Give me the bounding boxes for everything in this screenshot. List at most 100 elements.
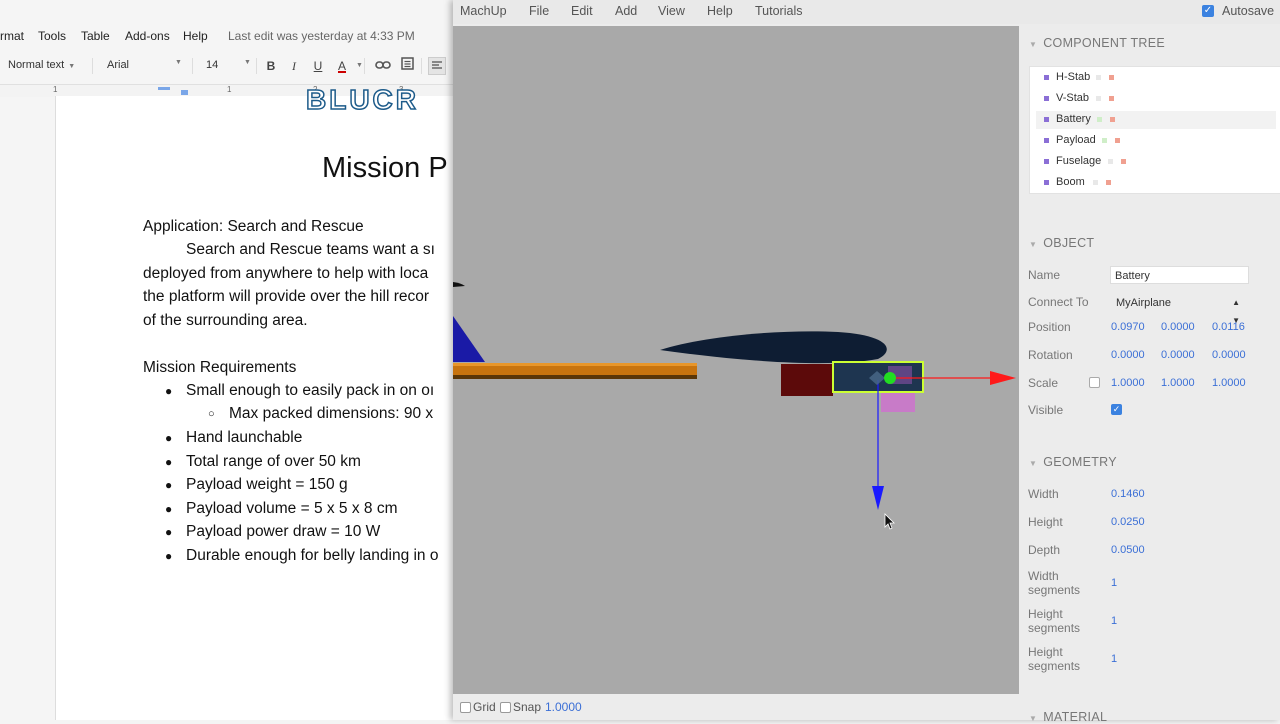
caret-down-icon: ▼ <box>244 59 251 66</box>
autosave-checkbox[interactable]: ✓ <box>1202 5 1214 17</box>
payload-mesh[interactable] <box>881 392 915 412</box>
docs-menu-tools[interactable]: Tools <box>38 29 66 43</box>
x-axis-arrow-icon[interactable] <box>990 371 1016 385</box>
delete-dot-icon[interactable] <box>1115 138 1120 143</box>
visible-checkbox[interactable]: ✓ <box>1111 404 1122 415</box>
tree-bullet-icon <box>1044 96 1049 101</box>
connect-to-select[interactable]: MyAirplane ▲ ▼ <box>1116 294 1240 325</box>
doc-heading: Mission Requirements <box>143 359 297 376</box>
name-label: Name <box>1028 268 1061 282</box>
gizmo-center[interactable] <box>884 372 896 384</box>
comment-icon[interactable] <box>398 57 416 75</box>
width-segments-label-2: segments <box>1028 583 1081 597</box>
delete-dot-icon[interactable] <box>1110 117 1115 122</box>
position-y-field[interactable]: 0.0000 <box>1161 321 1195 333</box>
fuselage-block[interactable] <box>781 364 833 396</box>
docs-menubar: rmat Tools Table Add-ons Help Last edit … <box>0 26 455 46</box>
bullet-item: Hand launchable <box>186 429 303 446</box>
boom-highlight <box>453 363 697 366</box>
geometry-header[interactable]: ▼ GEOMETRY <box>1029 455 1117 469</box>
name-input[interactable]: Battery <box>1110 266 1249 284</box>
scene-canvas[interactable] <box>453 26 1019 694</box>
docs-menu-help[interactable]: Help <box>183 29 208 43</box>
visibility-dot-icon[interactable] <box>1093 180 1098 185</box>
collapse-triangle-icon: ▼ <box>1029 459 1038 468</box>
tree-item-fuselage[interactable]: Fuselage <box>1036 153 1276 171</box>
tree-item-v-stab[interactable]: V-Stab <box>1036 90 1276 108</box>
geometry-heading: GEOMETRY <box>1043 455 1117 469</box>
delete-dot-icon[interactable] <box>1106 180 1111 185</box>
visibility-dot-icon[interactable] <box>1096 96 1101 101</box>
tree-item-payload[interactable]: Payload <box>1036 132 1276 150</box>
tree-item-h-stab[interactable]: H-Stab <box>1036 69 1276 87</box>
object-header[interactable]: ▼ OBJECT <box>1029 236 1094 250</box>
tree-item-label: Fuselage <box>1056 155 1102 167</box>
3d-viewport[interactable] <box>453 26 1019 694</box>
font-size-label: 14 <box>206 59 219 71</box>
scale-lock-checkbox[interactable] <box>1089 377 1100 388</box>
italic-button[interactable]: I <box>285 57 303 75</box>
menu-help[interactable]: Help <box>707 4 733 18</box>
bullet-dot-icon: ● <box>165 431 173 445</box>
delete-dot-icon[interactable] <box>1121 159 1126 164</box>
visibility-dot-icon[interactable] <box>1096 75 1101 80</box>
visibility-dot-icon[interactable] <box>1108 159 1113 164</box>
bold-button[interactable]: B <box>262 57 280 75</box>
last-edit-link[interactable]: Last edit was yesterday at 4:33 PM <box>228 29 415 43</box>
scale-z-field[interactable]: 1.0000 <box>1212 377 1246 389</box>
rotation-y-field[interactable]: 0.0000 <box>1161 349 1195 361</box>
tree-item-boom[interactable]: Boom <box>1036 174 1276 192</box>
menu-machup[interactable]: MachUp <box>460 4 507 18</box>
style-select[interactable]: Normal text ▼ <box>8 59 75 71</box>
v-stab-mesh[interactable] <box>453 316 485 362</box>
scale-y-field[interactable]: 1.0000 <box>1161 377 1195 389</box>
text-color-button[interactable]: A <box>333 57 351 75</box>
underline-button[interactable]: U <box>309 57 327 75</box>
delete-dot-icon[interactable] <box>1109 75 1114 80</box>
tree-item-label: Payload <box>1056 134 1096 146</box>
snap-value[interactable]: 1.0000 <box>545 700 582 714</box>
component-tree-header[interactable]: ▼ COMPONENT TREE <box>1029 36 1165 50</box>
width-segments-label: Width <box>1028 569 1059 583</box>
link-icon[interactable] <box>374 57 392 75</box>
properties-panel: ▼ COMPONENT TREE H-Stab V-Stab Battery P… <box>1019 24 1280 724</box>
rotation-x-field[interactable]: 0.0000 <box>1111 349 1145 361</box>
align-left-icon[interactable] <box>428 57 446 75</box>
ruler-indent-marker[interactable] <box>158 87 170 90</box>
depth-field[interactable]: 0.0500 <box>1111 544 1145 556</box>
document-page[interactable]: BLUCR Mission P Application: Search and … <box>55 83 455 720</box>
tree-item-battery[interactable]: Battery <box>1036 111 1276 129</box>
width-field[interactable]: 0.1460 <box>1111 488 1145 500</box>
menu-view[interactable]: View <box>658 4 685 18</box>
grid-checkbox[interactable] <box>460 702 471 713</box>
menu-tutorials[interactable]: Tutorials <box>755 4 802 18</box>
docs-menu-format[interactable]: rmat <box>0 29 24 43</box>
visibility-dot-icon[interactable] <box>1097 117 1102 122</box>
height-segments-field[interactable]: 1 <box>1111 615 1117 627</box>
position-x-field[interactable]: 0.0970 <box>1111 321 1145 333</box>
y-axis-arrow-icon[interactable] <box>872 486 884 510</box>
rotation-z-field[interactable]: 0.0000 <box>1212 349 1246 361</box>
visibility-dot-icon[interactable] <box>1102 138 1107 143</box>
material-header[interactable]: ▼ MATERIAL <box>1029 710 1107 724</box>
width-segments-field[interactable]: 1 <box>1111 577 1117 589</box>
docs-menu-table[interactable]: Table <box>81 29 110 43</box>
fuselage-mesh[interactable] <box>660 331 887 364</box>
delete-dot-icon[interactable] <box>1109 96 1114 101</box>
snap-checkbox[interactable] <box>500 702 511 713</box>
scale-x-field[interactable]: 1.0000 <box>1111 377 1145 389</box>
height-segments-b-field[interactable]: 1 <box>1111 653 1117 665</box>
ruler-number: 1 <box>227 85 232 94</box>
h-stab-mesh[interactable] <box>453 282 465 287</box>
menu-edit[interactable]: Edit <box>571 4 593 18</box>
bullet-dot-icon: ● <box>165 455 173 469</box>
menu-add[interactable]: Add <box>615 4 637 18</box>
menu-file[interactable]: File <box>529 4 549 18</box>
docs-menu-addons[interactable]: Add-ons <box>125 29 170 43</box>
ruler-tab-marker[interactable] <box>181 90 188 95</box>
font-size-select[interactable]: 14 ▼ <box>206 59 251 71</box>
position-z-field[interactable]: 0.0116 <box>1212 321 1245 333</box>
height-field[interactable]: 0.0250 <box>1111 516 1145 528</box>
toolbar-divider <box>92 58 93 74</box>
font-select[interactable]: Arial ▼ <box>107 59 182 71</box>
